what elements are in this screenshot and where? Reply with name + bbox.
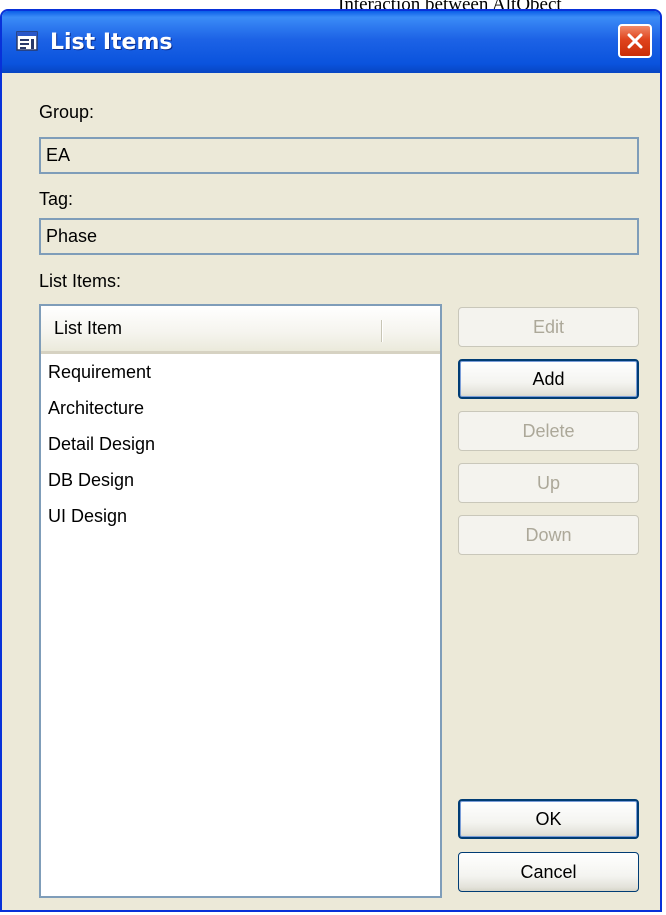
close-button[interactable]: [618, 24, 652, 58]
group-label: Group:: [39, 102, 95, 122]
close-icon: [627, 33, 643, 49]
tag-field[interactable]: Phase: [39, 218, 639, 255]
group-field[interactable]: EA: [39, 137, 639, 174]
column-header-list-item[interactable]: List Item: [41, 318, 384, 339]
window-title: List Items: [50, 29, 173, 55]
up-button[interactable]: Up: [458, 463, 639, 503]
list-item[interactable]: Detail Design: [41, 426, 440, 462]
list-header[interactable]: List Item: [41, 306, 440, 354]
cancel-button[interactable]: Cancel: [458, 852, 639, 892]
ok-button[interactable]: OK: [458, 799, 639, 839]
down-button[interactable]: Down: [458, 515, 639, 555]
list-items-dialog: List Items Group: EA Tag: Phase List Ite…: [0, 9, 662, 912]
add-button[interactable]: Add: [458, 359, 639, 399]
list-item[interactable]: Architecture: [41, 390, 440, 426]
list-window-icon: [16, 31, 38, 51]
delete-button[interactable]: Delete: [458, 411, 639, 451]
list-item[interactable]: DB Design: [41, 462, 440, 498]
column-separator[interactable]: [381, 320, 382, 342]
tag-label: Tag:: [39, 189, 74, 209]
list-item[interactable]: Requirement: [41, 354, 440, 390]
list-items-listbox[interactable]: List Item Requirement Architecture Detai…: [39, 304, 442, 898]
list-item[interactable]: UI Design: [41, 498, 440, 534]
title-bar[interactable]: List Items: [2, 11, 660, 73]
edit-button[interactable]: Edit: [458, 307, 639, 347]
list-items-label: List Items:: [39, 271, 122, 291]
